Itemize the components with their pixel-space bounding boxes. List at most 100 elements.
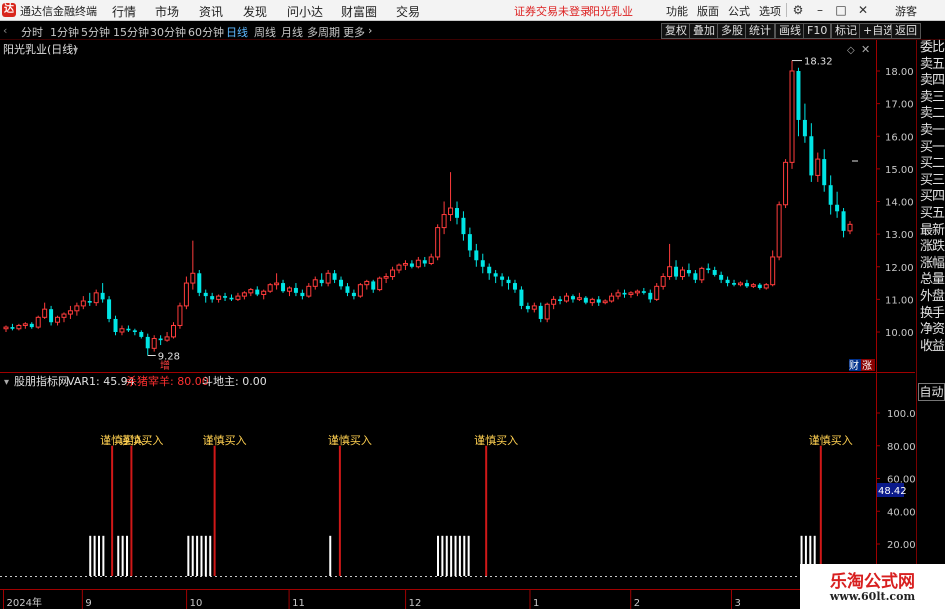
collapse-diamond-icon[interactable]: ◇ bbox=[847, 45, 855, 56]
side-item[interactable]: 卖五 bbox=[917, 57, 945, 74]
menu-ask-assistant[interactable]: 问小达 bbox=[287, 3, 323, 20]
menu-discover[interactable]: 发现 bbox=[243, 3, 267, 20]
price-tick-label: 18.00 bbox=[885, 67, 914, 78]
finance-badge[interactable]: 财 bbox=[849, 359, 859, 372]
candle-body bbox=[712, 270, 717, 275]
side-item[interactable]: 净资 bbox=[917, 322, 945, 339]
buy-signal-series: 谨慎买入谨慎买入 谨慎买入 谨慎买入 谨慎买入 谨慎买入 bbox=[100, 433, 853, 576]
menu-market-quotes[interactable]: 行情 bbox=[112, 3, 136, 20]
mark-button[interactable]: 标记 bbox=[831, 23, 861, 39]
side-item[interactable]: 卖三 bbox=[917, 90, 945, 107]
tab-multi-period[interactable]: 多周期 bbox=[307, 24, 340, 40]
side-item[interactable]: 买五 bbox=[917, 206, 945, 223]
tab-daily[interactable]: 日线 bbox=[226, 24, 248, 40]
side-item[interactable]: 总量 bbox=[917, 272, 945, 289]
restore-rights-button[interactable]: 复权 bbox=[661, 23, 691, 39]
candle-body bbox=[177, 305, 183, 326]
tab-intraday[interactable]: 分时 bbox=[21, 24, 43, 40]
menu-layout[interactable]: 版面 bbox=[697, 3, 719, 19]
time-tick-label: 1 bbox=[533, 598, 539, 609]
login-status-warning[interactable]: 证券交易未登录 bbox=[514, 3, 591, 19]
candle-body bbox=[422, 260, 427, 264]
menu-market[interactable]: 市场 bbox=[155, 3, 179, 20]
side-item[interactable]: 收益 bbox=[917, 339, 945, 356]
indicator-tick-label: 20.00 bbox=[887, 540, 915, 551]
side-item[interactable]: 卖一 bbox=[917, 123, 945, 140]
candle-body bbox=[628, 292, 634, 295]
candle-body bbox=[107, 299, 112, 319]
menu-trade[interactable]: 交易 bbox=[396, 3, 420, 20]
menu-options[interactable]: 选项 bbox=[759, 3, 781, 19]
tab-5min[interactable]: 5分钟 bbox=[81, 24, 110, 40]
indicator-collapse-icon[interactable]: ▾ bbox=[4, 377, 9, 388]
menu-functions[interactable]: 功能 bbox=[666, 3, 688, 19]
side-item[interactable]: 外盘 bbox=[917, 289, 945, 306]
signal-label: 谨慎买入 bbox=[203, 433, 247, 447]
top-menu-bar: 达 通达信金融终端 行情 市场 资讯 发现 问小达 财富圈 交易 证券交易未登录… bbox=[0, 0, 945, 21]
side-item[interactable]: 买三 bbox=[917, 173, 945, 190]
side-item[interactable]: 卖四 bbox=[917, 73, 945, 90]
return-button[interactable]: 返回 bbox=[891, 23, 921, 39]
overlay-button[interactable]: 叠加 bbox=[689, 23, 719, 39]
multi-stock-button[interactable]: 多股 bbox=[717, 23, 747, 39]
minimize-icon[interactable]: – bbox=[812, 2, 828, 18]
candle-body bbox=[319, 279, 324, 284]
candle-body bbox=[570, 296, 575, 300]
candle-body bbox=[55, 316, 61, 323]
event-marker[interactable]: 增 bbox=[160, 359, 170, 372]
candle-body bbox=[402, 262, 408, 266]
chevron-right-icon[interactable]: › bbox=[368, 24, 372, 37]
candle-body bbox=[255, 289, 260, 295]
statistics-button[interactable]: 统计 bbox=[745, 23, 775, 39]
side-item[interactable]: 换手 bbox=[917, 306, 945, 323]
panel-close-icon[interactable]: ✕ bbox=[861, 43, 870, 56]
side-item[interactable]: 买二 bbox=[917, 156, 945, 173]
candle-body bbox=[22, 323, 28, 326]
menu-wealth-circle[interactable]: 财富圈 bbox=[341, 3, 377, 20]
candle-body bbox=[383, 276, 389, 279]
settings-icon[interactable]: ⚙ bbox=[790, 2, 806, 18]
candle-body bbox=[602, 300, 608, 304]
tab-weekly[interactable]: 周线 bbox=[254, 24, 276, 40]
candle-body bbox=[809, 136, 814, 176]
side-item[interactable]: 涨跌 bbox=[917, 239, 945, 256]
candle-body bbox=[396, 264, 402, 271]
candle-body bbox=[448, 207, 454, 216]
side-item[interactable]: 买四 bbox=[917, 189, 945, 206]
user-guest[interactable]: 游客 bbox=[895, 3, 917, 19]
time-tick-label: 3 bbox=[734, 598, 740, 609]
candle-body bbox=[377, 277, 383, 291]
draw-line-button[interactable]: 画线 bbox=[775, 23, 805, 39]
candle-body bbox=[551, 298, 557, 305]
menu-formula[interactable]: 公式 bbox=[728, 3, 750, 19]
tab-15min[interactable]: 15分钟 bbox=[113, 24, 149, 40]
candle-body bbox=[390, 269, 396, 278]
back-arrow-icon[interactable]: ‹ bbox=[3, 24, 7, 37]
close-icon[interactable]: ✕ bbox=[855, 2, 871, 18]
indicator-name[interactable]: 股朋指标网 bbox=[14, 374, 69, 388]
side-item[interactable]: 卖二 bbox=[917, 106, 945, 123]
menu-news[interactable]: 资讯 bbox=[199, 3, 223, 20]
tab-more[interactable]: 更多 bbox=[343, 24, 365, 40]
current-value-label: 48.42 bbox=[878, 486, 907, 497]
time-tick-label: 9 bbox=[85, 598, 91, 609]
price-tick-label: 14.00 bbox=[885, 198, 914, 209]
tab-60min[interactable]: 60分钟 bbox=[188, 24, 224, 40]
candle-body bbox=[480, 260, 485, 267]
maximize-icon[interactable]: □ bbox=[833, 2, 849, 18]
side-item[interactable]: 委比 bbox=[917, 40, 945, 57]
f10-button[interactable]: F10 bbox=[803, 23, 832, 39]
side-item[interactable]: 最新 bbox=[917, 223, 945, 240]
side-item[interactable]: 买一 bbox=[917, 140, 945, 157]
tab-1min[interactable]: 1分钟 bbox=[50, 24, 79, 40]
candle-body bbox=[641, 291, 646, 293]
chart-canvas[interactable]: 阳光乳业(日线) ▾ ◇ ✕ 18.00 17.00 16.00 15.00 14.00… bbox=[0, 40, 915, 609]
candle-body bbox=[93, 292, 99, 304]
tab-30min[interactable]: 30分钟 bbox=[150, 24, 186, 40]
candle-body bbox=[87, 301, 92, 303]
side-item[interactable]: 涨幅 bbox=[917, 256, 945, 273]
auto-button[interactable]: 自动 bbox=[918, 383, 945, 401]
limit-badge[interactable]: 涨 bbox=[862, 360, 872, 372]
title-dropdown-icon[interactable]: ▾ bbox=[73, 45, 78, 56]
tab-monthly[interactable]: 月线 bbox=[281, 24, 303, 40]
